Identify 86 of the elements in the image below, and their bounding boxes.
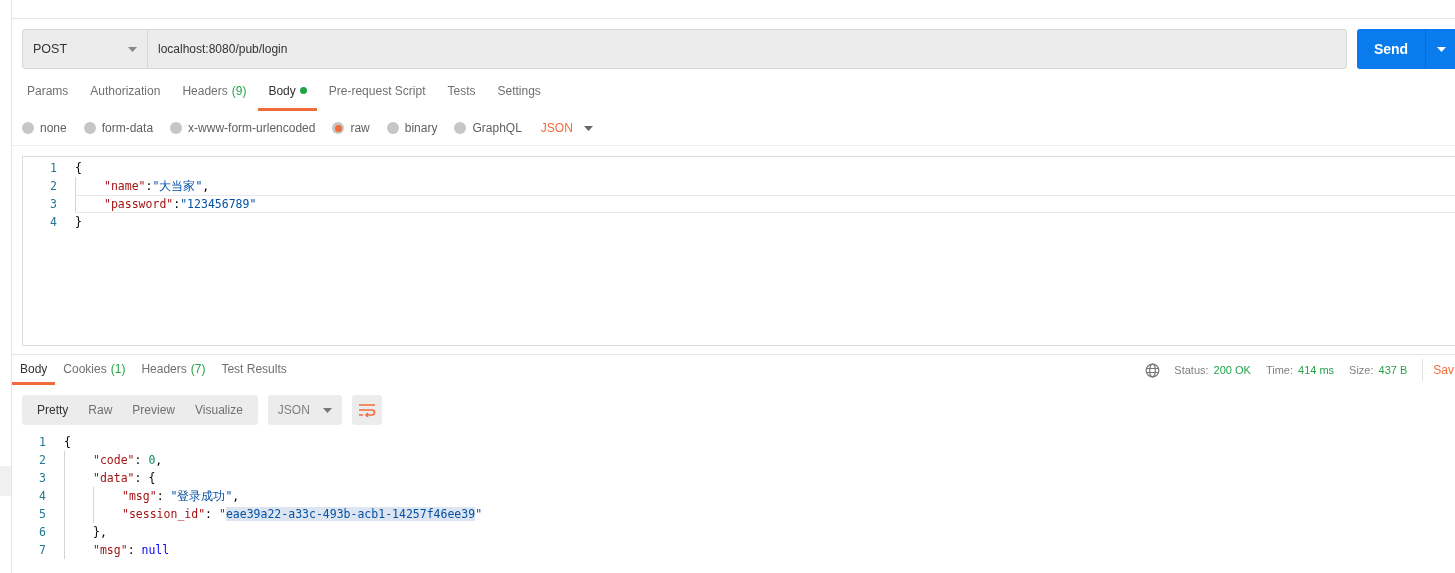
code-token: :	[127, 543, 136, 557]
line-number: 5	[38, 507, 46, 521]
request-tab[interactable]: Pre-request Script	[318, 73, 436, 111]
code-token: "msg"	[122, 489, 157, 503]
code-token: "name"	[104, 179, 146, 193]
response-tab[interactable]: Test Results	[213, 356, 295, 385]
code-token: eae39a22-a33c-493b-acb1-14257f46ee39	[225, 507, 476, 521]
view-mode-option[interactable]: Visualize	[185, 395, 253, 425]
radio-label: GraphQL	[472, 121, 522, 135]
code-token: "登录成功"	[170, 488, 233, 504]
response-tab[interactable]: Body	[12, 356, 56, 385]
code-token: }	[75, 215, 82, 229]
code-token: :	[145, 179, 153, 193]
code-token: {	[64, 435, 71, 449]
radio-label: raw	[350, 121, 370, 135]
globe-icon[interactable]	[1145, 362, 1161, 378]
line-number: 4	[38, 489, 46, 503]
code-token: "	[218, 507, 226, 521]
line-number: 2	[49, 179, 57, 193]
caret-icon	[1437, 46, 1446, 52]
radio-button[interactable]	[170, 122, 183, 134]
request-tab[interactable]: Headers (9)	[172, 73, 257, 111]
code-token: : {	[134, 471, 156, 485]
radio-button[interactable]	[454, 122, 467, 134]
request-tab[interactable]: Authorization	[80, 73, 171, 111]
view-mode-option[interactable]: Raw	[78, 395, 123, 425]
radio-button[interactable]	[22, 122, 34, 134]
request-tab[interactable]: Body	[258, 73, 317, 111]
code-token: :	[134, 453, 143, 467]
code-token: null	[141, 543, 170, 557]
code-token: "msg"	[93, 543, 128, 557]
line-number: 1	[49, 161, 57, 175]
code-token: :	[173, 197, 181, 211]
radio-button[interactable]	[386, 122, 399, 134]
code-token: 0	[148, 453, 156, 467]
request-tab[interactable]: Params	[17, 73, 79, 111]
language-dropdown[interactable]: JSON	[538, 121, 593, 135]
code-token: "123456789"	[180, 197, 257, 211]
meta-label: Size:	[1349, 364, 1374, 376]
code-token: "大当家"	[152, 178, 203, 194]
meta-label: Time:	[1265, 364, 1293, 376]
code-token: "data"	[93, 471, 135, 485]
url-input[interactable]: localhost:8080/pub/login	[148, 30, 1346, 68]
code-token: ,	[202, 179, 210, 193]
radio-button[interactable]	[332, 122, 345, 134]
code-token: "	[475, 507, 483, 521]
line-number: 7	[38, 543, 46, 557]
response-tab[interactable]: Headers (7)	[133, 356, 214, 385]
wrap-lines-button[interactable]	[351, 395, 382, 425]
radio-label: none	[40, 121, 67, 135]
code-token: :	[156, 489, 165, 503]
code-token: "code"	[93, 453, 135, 467]
line-number: 2	[38, 453, 46, 467]
radio-label: binary	[404, 121, 438, 135]
response-tab[interactable]: Cookies (1)	[55, 356, 134, 385]
radio-button[interactable]	[83, 122, 96, 134]
line-number: 3	[38, 471, 46, 485]
code-token: },	[93, 525, 107, 539]
code-token: ,	[155, 453, 163, 467]
method-dropdown[interactable]: POST	[23, 30, 148, 68]
request-tab[interactable]: Tests	[437, 73, 486, 111]
code-token: {	[75, 161, 82, 175]
format-dropdown[interactable]: JSON	[267, 395, 342, 425]
save-response-button[interactable]: Sav	[1433, 363, 1455, 377]
radio-label: form-data	[101, 121, 154, 135]
wrap-icon	[357, 403, 376, 417]
view-mode-option[interactable]: Pretty	[27, 395, 79, 425]
code-token: :	[205, 507, 214, 521]
line-number: 1	[38, 435, 46, 449]
code-token: ,	[232, 489, 240, 503]
view-mode-option[interactable]: Preview	[122, 395, 186, 425]
radio-label: x-www-form-urlencoded	[188, 121, 316, 135]
line-number: 4	[49, 215, 57, 229]
line-number: 3	[49, 197, 57, 211]
meta-value: 414 ms	[1298, 364, 1335, 376]
code-token: "session_id"	[122, 507, 206, 521]
meta-value: 437 B	[1378, 364, 1408, 376]
meta-label: Status:	[1174, 364, 1209, 376]
line-number: 6	[38, 525, 46, 539]
code-editor[interactable]: 1 { 2 "name":"大当家", 3 "password":"123456789" 4 }	[22, 156, 1455, 346]
request-tab[interactable]: Settings	[487, 73, 551, 111]
caret-icon	[128, 46, 137, 52]
caret-icon	[583, 125, 593, 131]
code-token: "password"	[104, 197, 174, 211]
caret-icon	[322, 407, 332, 413]
meta-value: 200 OK	[1213, 364, 1251, 376]
